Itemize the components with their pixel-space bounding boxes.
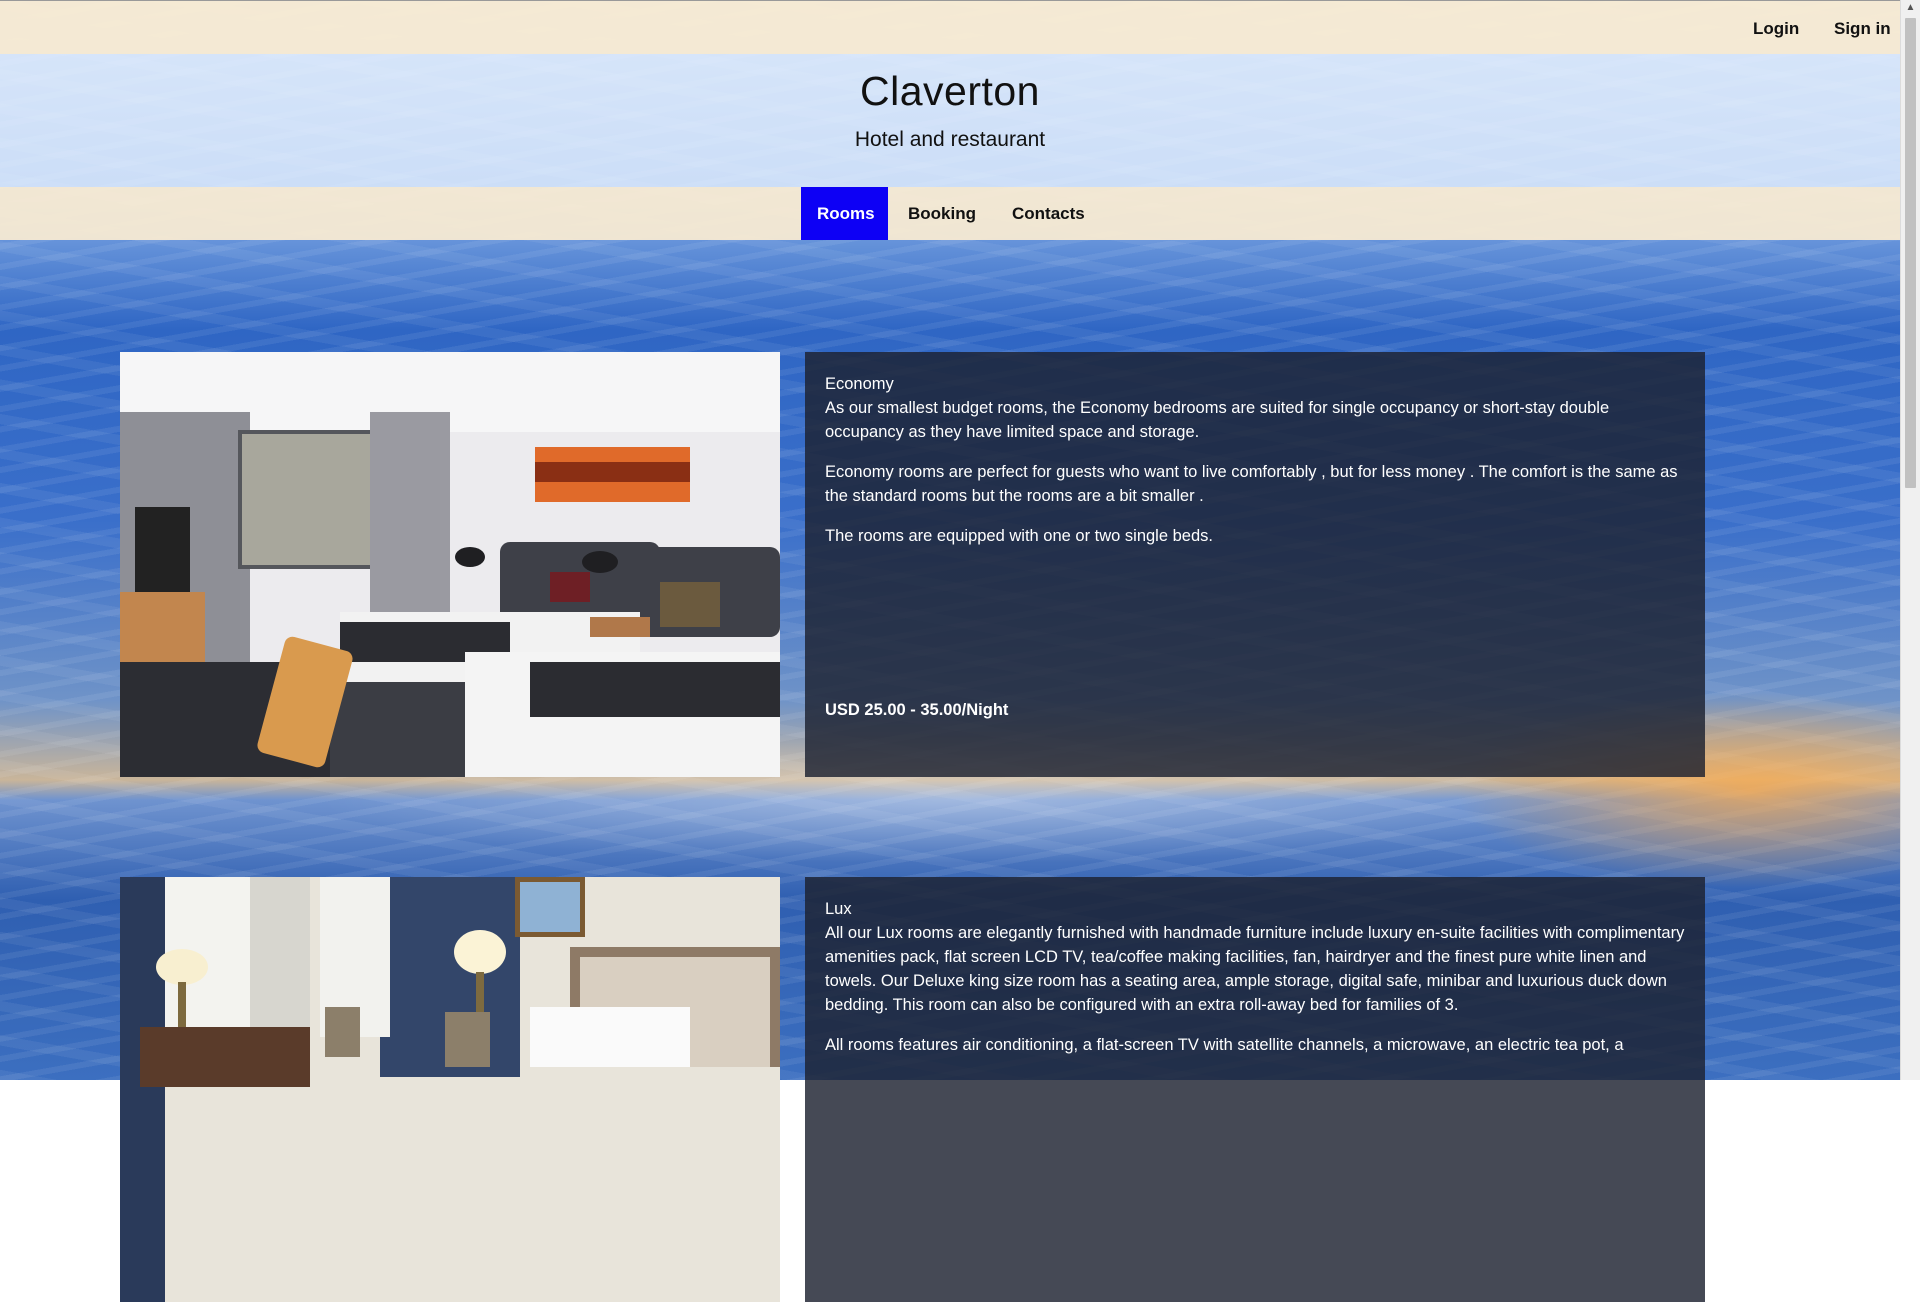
room-description: Economy rooms are perfect for guests who… xyxy=(825,463,1678,505)
room-description: As our smallest budget rooms, the Econom… xyxy=(825,399,1610,441)
economy-room-photo xyxy=(120,352,780,777)
room-name: Economy xyxy=(825,375,894,393)
page-scrollbar[interactable]: ▲ xyxy=(1900,0,1920,1080)
room-price: USD 25.00 - 35.00/Night xyxy=(825,701,1009,719)
nav-contacts[interactable]: Contacts xyxy=(996,187,1101,240)
nav-booking[interactable]: Booking xyxy=(892,187,992,240)
lux-room-card: Lux All our Lux rooms are elegantly furn… xyxy=(805,877,1705,1302)
scrollbar-thumb[interactable] xyxy=(1905,18,1916,488)
main-nav: Rooms Booking Contacts xyxy=(0,187,1900,240)
site-title: Claverton xyxy=(860,68,1040,114)
lux-room-photo xyxy=(120,877,780,1302)
economy-room-card: Economy As our smallest budget rooms, th… xyxy=(805,352,1705,777)
nav-rooms[interactable]: Rooms xyxy=(801,187,888,240)
top-bar: Login Sign in xyxy=(0,0,1900,54)
site-subtitle: Hotel and restaurant xyxy=(854,128,1046,151)
signin-link[interactable]: Sign in xyxy=(1834,19,1891,39)
room-name: Lux xyxy=(825,900,852,918)
room-description: All our Lux rooms are elegantly furnishe… xyxy=(825,924,1685,1014)
room-description: All rooms features air conditioning, a f… xyxy=(825,1036,1624,1054)
room-description: The rooms are equipped with one or two s… xyxy=(825,527,1213,545)
login-link[interactable]: Login xyxy=(1753,19,1799,39)
scroll-up-icon[interactable]: ▲ xyxy=(1901,0,1920,16)
